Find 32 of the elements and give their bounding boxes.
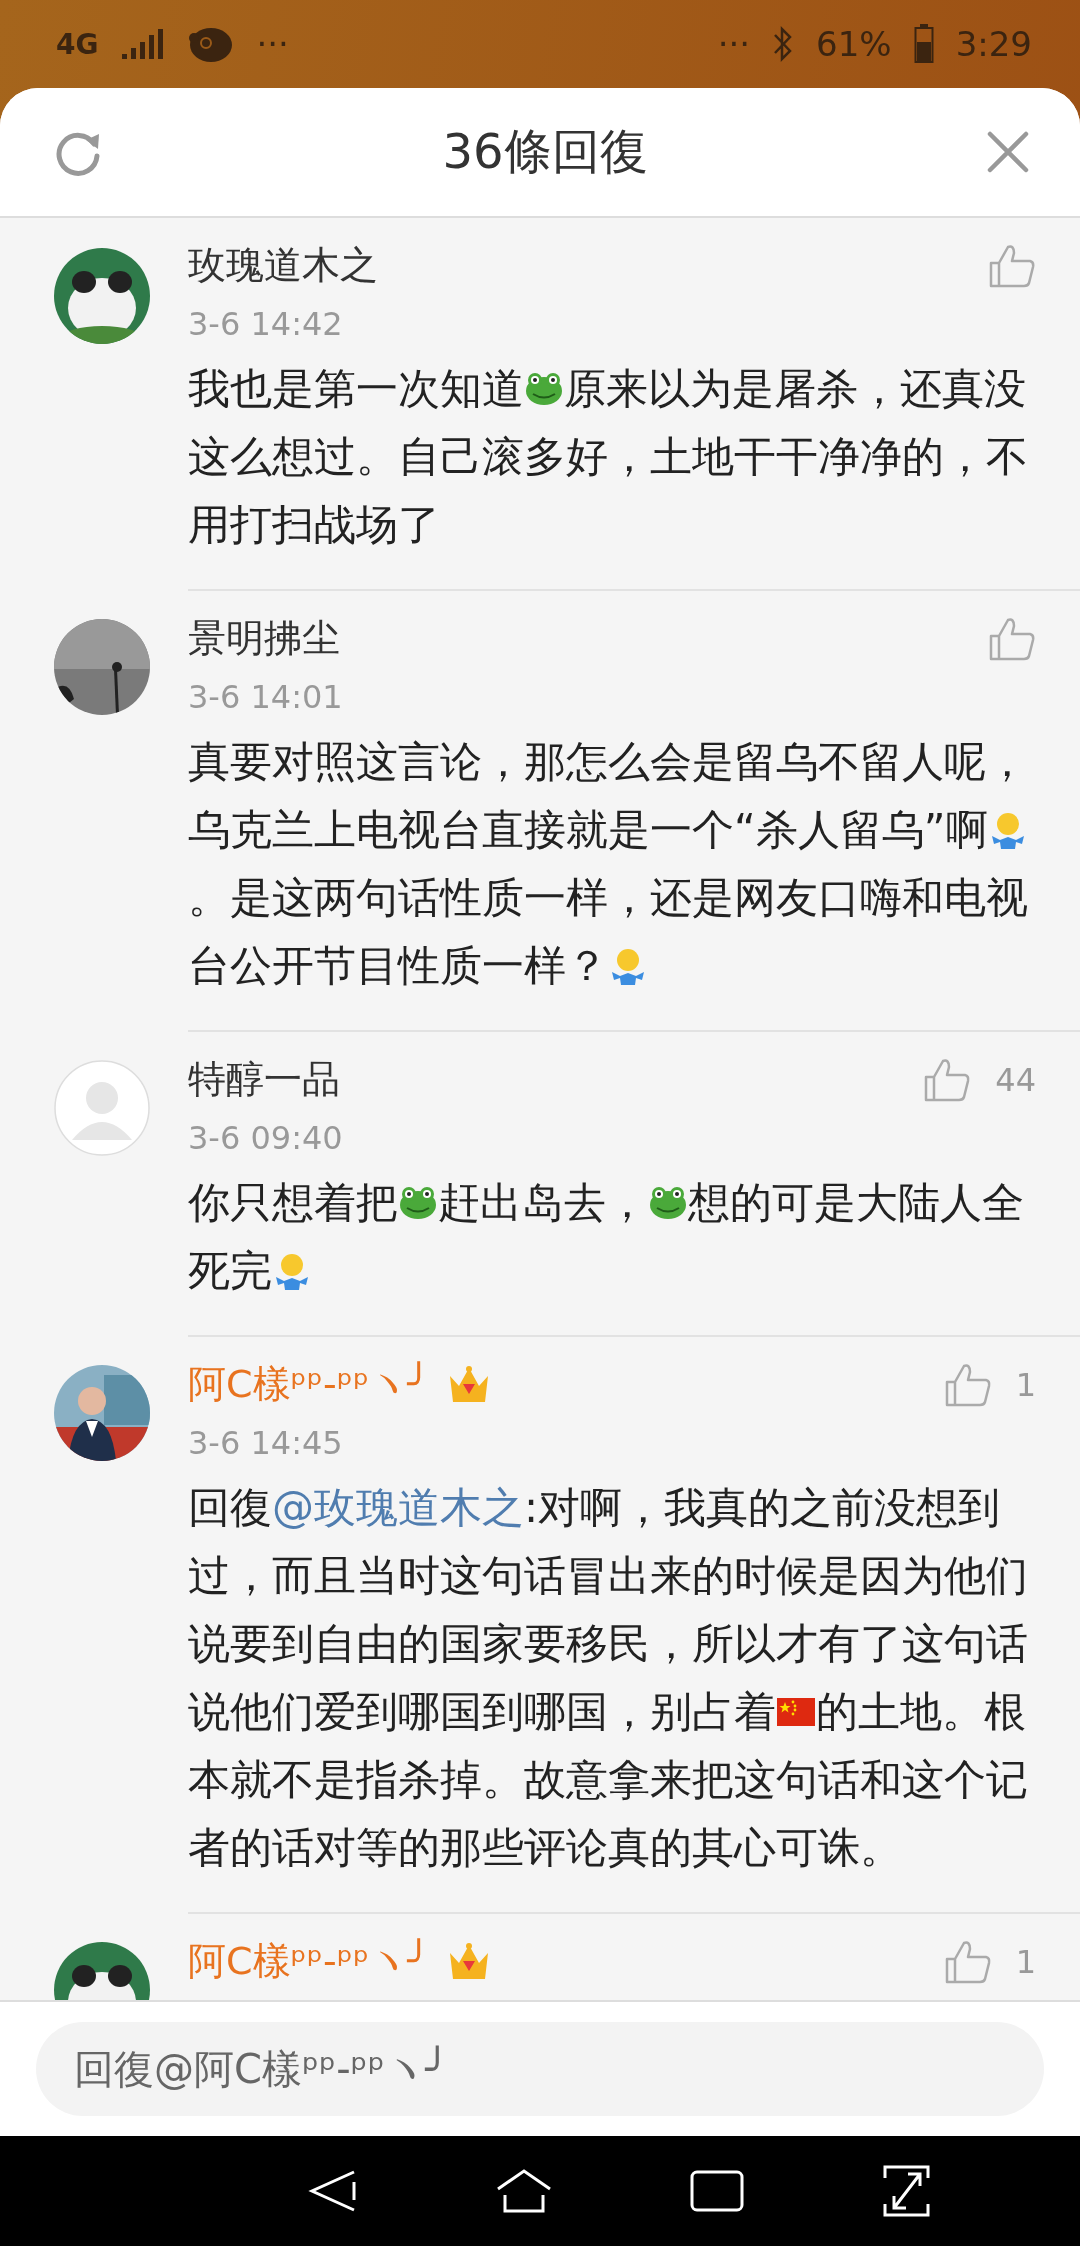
thumbs-up-icon[interactable]	[988, 615, 1036, 662]
thumbs-up-icon[interactable]	[943, 1361, 992, 1408]
more-indicator: ···	[717, 24, 751, 64]
comment-text: 我也是第一次知道 原来以为是屠杀，还真没这么想过。自己滚多好，土地干干净净的，不用打扫战场了	[188, 363, 1029, 551]
sheet-title: 36條回復	[442, 122, 648, 181]
reply-input[interactable]: 回復@阿C樣ᵖᵖ-ᵖᵖヽ╯	[36, 2022, 1044, 2116]
battery-icon	[913, 24, 934, 64]
timestamp: 3-6 09:40	[188, 1119, 344, 1157]
user-name[interactable]: 景明拂尘	[188, 613, 340, 664]
network-type: 4G	[56, 27, 99, 61]
like-count: 1	[1015, 1365, 1036, 1404]
comment-text: 你只想着把 赶出岛去， 想的可是大陆人全死完	[188, 1177, 1025, 1297]
thumbs-up-icon[interactable]	[988, 242, 1036, 289]
like-count: 44	[995, 1060, 1036, 1099]
user-name[interactable]: 玫瑰道木之	[188, 240, 378, 291]
recent-apps-icon[interactable]	[689, 2169, 746, 2213]
comment-text: 真要对照这言论，那怎么会是留乌不留人呢，乌克兰上电视台直接就是一个“杀人留乌”啊 。是这两句话性质一样，还是网友口嗨和电视台公开节目性质一样？	[188, 736, 1029, 992]
timestamp: 3-6 14:01	[188, 678, 344, 716]
close-icon[interactable]	[986, 130, 1030, 174]
timestamp: 3-6 14:42	[188, 305, 344, 343]
thumbs-up-icon[interactable]	[923, 1056, 972, 1103]
comment-text: 回復@玫瑰道木之:对啊，我真的之前没想到过，而且当时这句话冒出来的时候是因为他们说要到自由的国家要移民，所以才有了这句话说他们爱到哪国到哪国，别占着 的土地。根本就不是指杀掉。故意拿来把这句话和这个记者的话对等的那些评论真的其心可诛。	[188, 1482, 1029, 1874]
thumbs-up-icon[interactable]	[943, 1938, 992, 1985]
expand-icon[interactable]	[881, 2164, 932, 2218]
more-indicator: ···	[256, 24, 289, 64]
user-name[interactable]: 特醇一品	[188, 1054, 340, 1105]
clock: 3:29	[955, 24, 1032, 64]
signal-icon	[120, 28, 165, 60]
like-count: 1	[1015, 1942, 1036, 1981]
timestamp: 3-6 14:45	[188, 1424, 344, 1462]
mention-link[interactable]: @玫瑰道木之	[272, 1483, 524, 1532]
battery-percent: 61%	[816, 24, 892, 64]
